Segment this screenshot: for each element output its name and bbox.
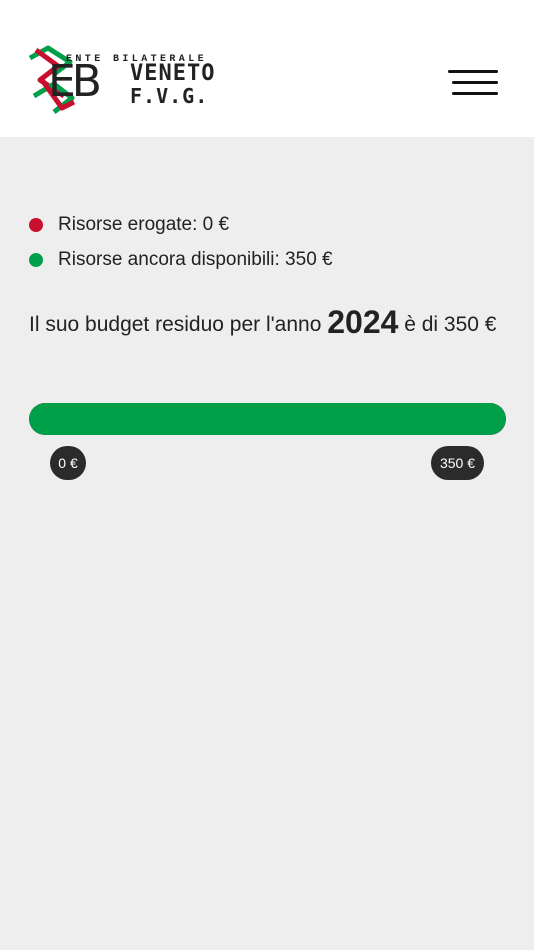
summary-suffix: è di 350 € xyxy=(398,313,497,336)
legend-item-spent: Risorse erogate: 0 € xyxy=(29,212,333,238)
menu-line xyxy=(448,70,498,73)
budget-max-label: 350 € xyxy=(431,446,484,480)
app-header: ENTE BILATERALE EB VENETO F.V.G. xyxy=(0,0,534,137)
budget-progress-bar xyxy=(29,403,506,435)
menu-line xyxy=(452,92,498,95)
budget-legend: Risorse erogate: 0 € Risorse ancora disp… xyxy=(29,212,333,282)
legend-label-spent: Risorse erogate: 0 € xyxy=(58,214,230,235)
logo-initials: EB xyxy=(48,56,102,107)
red-dot-icon xyxy=(29,218,43,232)
logo-line1: VENETO xyxy=(130,61,216,86)
legend-item-available: Risorse ancora disponibili: 350 € xyxy=(29,247,333,273)
summary-year: 2024 xyxy=(327,304,399,340)
menu-line xyxy=(452,81,498,84)
legend-label-available: Risorse ancora disponibili: 350 € xyxy=(58,249,333,270)
green-dot-icon xyxy=(29,253,43,267)
hamburger-icon[interactable] xyxy=(444,64,504,104)
ebveneto-logo[interactable]: ENTE BILATERALE EB VENETO F.V.G. xyxy=(28,44,248,116)
budget-min-label: 0 € xyxy=(50,446,86,480)
budget-available-fill xyxy=(29,403,506,435)
summary-prefix: Il suo budget residuo per l'anno xyxy=(29,313,328,336)
budget-summary: Il suo budget residuo per l'anno 2024 è … xyxy=(29,304,509,343)
logo-line2: F.V.G. xyxy=(130,84,209,108)
